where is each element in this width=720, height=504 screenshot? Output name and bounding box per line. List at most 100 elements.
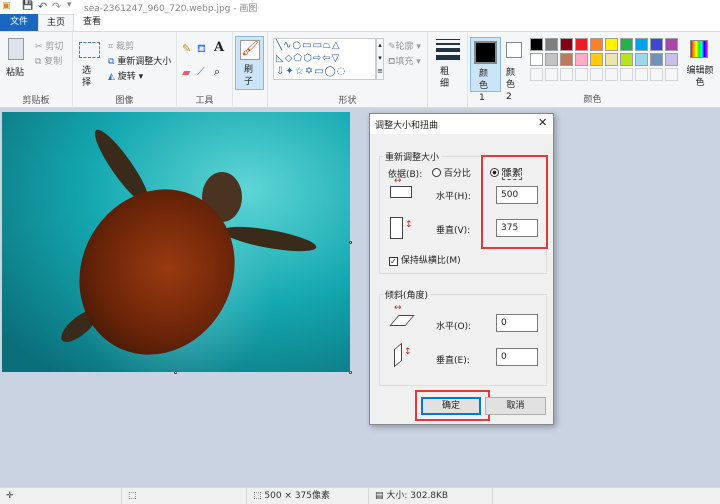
fill-bucket-icon[interactable]: ⛾ [197,42,206,57]
shapes-scroll[interactable]: ▴ ▾ ≡ [376,38,384,80]
resize-icon: ⧉ [108,57,118,67]
status-bar: ✛ ⬚ ⬚ 500 × 375像素 ▤ 大小: 302.8KB [0,487,720,504]
color-swatch[interactable] [650,38,663,51]
resize-skew-dialog: 调整大小和扭曲 ✕ 重新调整大小 依据(B): 百分比 像素 ↔ 水平(H): … [369,113,554,425]
selection-size: ⬚ [122,488,247,504]
keep-aspect-checkbox[interactable]: ✓ 保持纵横比(M) [389,253,461,266]
colors-group-label: 颜色 [583,95,602,105]
color2-button[interactable]: 颜色 2 [503,37,527,102]
edit-colors-button[interactable]: 编辑颜色 [685,37,715,92]
color-swatch[interactable] [620,38,633,51]
color-swatch[interactable] [590,53,603,66]
percent-radio[interactable]: 百分比 [432,166,471,179]
window-title: sea-2361247_960_720.webp.jpg - 画图 [84,4,258,14]
empty-color-swatch[interactable] [575,68,588,81]
redo-icon[interactable]: ↷ [52,0,61,13]
empty-color-swatch[interactable] [650,68,663,81]
color-swatch[interactable] [560,38,573,51]
resize-handle[interactable] [174,371,177,374]
color-swatch[interactable] [530,38,543,51]
color1-swatch [474,41,497,64]
color-swatch[interactable] [590,38,603,51]
close-icon[interactable]: ✕ [538,116,547,129]
brush-button[interactable]: 🖌 刷子 [235,36,264,90]
ribbon-tabs: 文件 主页 查看 [0,14,720,31]
empty-color-swatch[interactable] [665,68,678,81]
image-group: 选择 ⌗ 裁剪 ⧉ 重新调整大小 ◭ 旋转 ▾ 图像 [73,32,177,108]
color-swatch[interactable] [635,53,648,66]
cursor-position: ✛ [0,488,122,504]
color1-button[interactable]: 颜色 1 [470,37,501,103]
copy-button[interactable]: ⧉ 复制 [35,54,62,67]
size-button[interactable]: 粗细 [440,66,456,90]
ok-button[interactable]: 确定 [421,397,481,415]
shapes-group: ╲∿○▭▭⏢△ ◺◇⬠⬡⇨⇦▽ ⇩✦☆✡▭◯◌ ▴ ▾ ≡ ✎轮廓 ▾ ⛾填充 ▾ 形状 [268,32,428,108]
tab-view[interactable]: 查看 [74,14,110,31]
tab-home[interactable]: 主页 [38,14,74,31]
outline-icon: ✎ [388,42,396,52]
resize-handle[interactable] [349,241,352,244]
color-swatch[interactable] [665,53,678,66]
shapes-gallery[interactable]: ╲∿○▭▭⏢△ ◺◇⬠⬡⇨⇦▽ ⇩✦☆✡▭◯◌ [273,38,376,80]
skew-fieldset [379,294,547,386]
clipboard-group: 粘贴 ✂ 剪切 ⧉ 复制 剪贴板 [0,32,73,108]
color-swatch[interactable] [665,38,678,51]
paste-button[interactable]: 粘贴 [6,65,24,78]
empty-color-swatch[interactable] [605,68,618,81]
magnifier-icon[interactable]: ⌕ [214,65,220,79]
color-swatch[interactable] [605,38,618,51]
fill-button[interactable]: ⛾填充 ▾ [388,54,421,68]
color-swatch[interactable] [545,38,558,51]
undo-icon[interactable]: ↶ [38,0,47,13]
horizontal-input[interactable]: 500 [496,186,538,204]
color-swatch[interactable] [560,53,573,66]
clipboard-group-label: 剪贴板 [22,96,50,106]
skew-vertical-input[interactable]: 0 [496,348,538,366]
vertical-input[interactable]: 375 [496,219,538,237]
empty-color-swatch[interactable] [545,68,558,81]
cut-button[interactable]: ✂ 剪切 [35,39,63,52]
empty-color-swatch[interactable] [635,68,648,81]
color-swatch[interactable] [575,53,588,66]
empty-color-swatch[interactable] [590,68,603,81]
color-swatch[interactable] [575,38,588,51]
brush-label: 刷子 [244,65,254,87]
canvas-image[interactable] [2,112,350,372]
color-palette [530,38,682,84]
color-swatch[interactable] [545,53,558,66]
text-tool-icon[interactable]: A [214,40,224,55]
rotate-button[interactable]: ◭ 旋转 ▾ [108,69,143,82]
pencil-icon[interactable]: ✎ [182,42,191,55]
skew-horizontal-input[interactable]: 0 [496,314,538,332]
resize-handle[interactable] [349,371,352,374]
resize-group-label: 重新调整大小 [383,150,442,163]
tab-file[interactable]: 文件 [0,14,38,31]
empty-color-swatch[interactable] [560,68,573,81]
rotate-icon: ◭ [108,72,118,82]
color-swatch[interactable] [635,38,648,51]
horizontal-size-icon [390,186,412,198]
rainbow-icon [690,40,708,58]
color-swatch[interactable] [605,53,618,66]
shapes-group-label: 形状 [338,96,357,106]
outline-button[interactable]: ✎轮廓 ▾ [388,39,421,52]
title-bar: ▣ 💾 ↶ ↷ ▾ sea-2361247_960_720.webp.jpg -… [0,0,720,14]
color2-swatch [506,42,522,58]
resize-button[interactable]: ⧉ 重新调整大小 [108,54,171,67]
horizontal-arrow-icon: ↔ [394,303,402,313]
scissors-icon: ✂ [35,42,46,52]
eraser-icon[interactable]: ▰ [182,66,190,79]
empty-color-swatch[interactable] [620,68,633,81]
save-icon[interactable]: 💾 [22,1,33,11]
color-swatch[interactable] [530,53,543,66]
color-swatch[interactable] [620,53,633,66]
color-picker-icon[interactable]: ⟋ [197,65,205,79]
color-swatch[interactable] [650,53,663,66]
quick-access-dropdown-icon[interactable]: ▾ [67,0,72,10]
file-size: ▤ 大小: 302.8KB [369,488,493,504]
crop-button[interactable]: ⌗ 裁剪 [108,39,134,52]
select-button[interactable]: 选择 [82,65,96,89]
disk-icon: ▤ [375,491,387,501]
cancel-button[interactable]: 取消 [485,397,546,415]
empty-color-swatch[interactable] [530,68,543,81]
